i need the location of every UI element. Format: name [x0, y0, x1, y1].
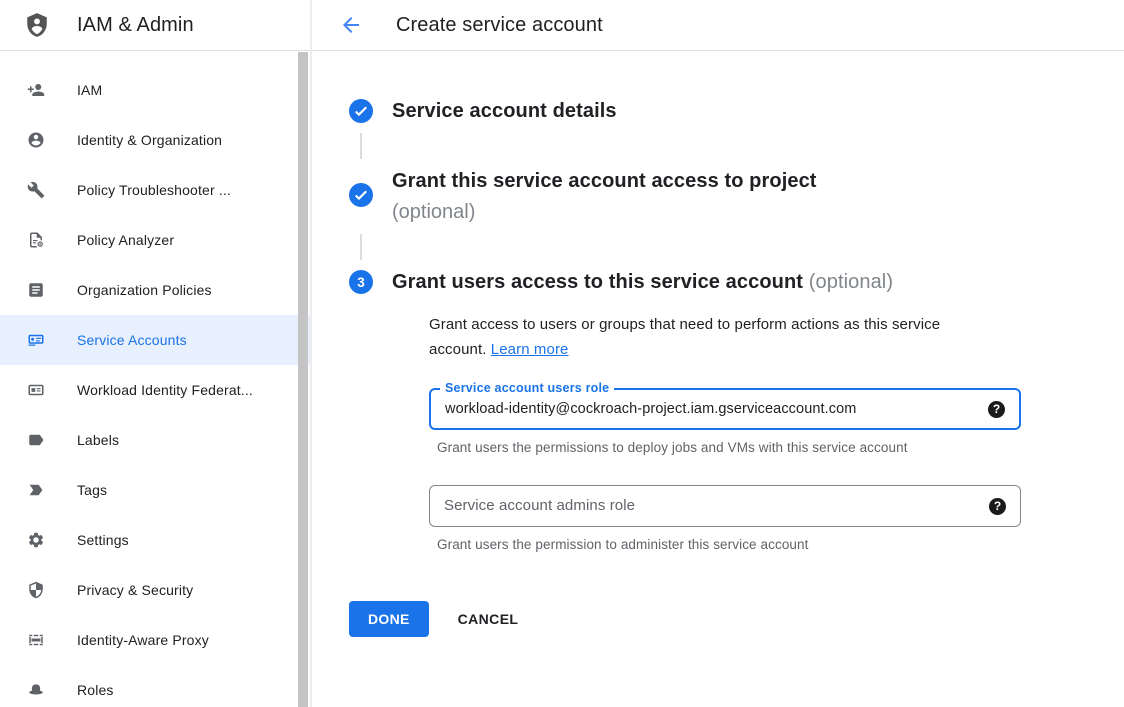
- step-connector-line: [360, 234, 362, 260]
- service-account-icon: [27, 331, 45, 349]
- step-3-body: Grant access to users or groups that nee…: [429, 312, 1124, 552]
- person-add-icon: [27, 81, 45, 99]
- help-icon[interactable]: ?: [988, 401, 1005, 418]
- done-button[interactable]: DONE: [349, 601, 429, 637]
- admins-role-input[interactable]: [444, 498, 977, 514]
- sidebar-item-service-accounts[interactable]: Service Accounts: [0, 315, 310, 365]
- step-complete-check-icon: [349, 99, 373, 123]
- step-3-title-text: Grant users access to this service accou…: [392, 271, 803, 293]
- sidebar-item-label: Identity & Organization: [77, 132, 222, 148]
- sidebar-item-label: Roles: [77, 682, 114, 698]
- step-3-description: Grant access to users or groups that nee…: [429, 312, 984, 362]
- sidebar-item-workload-identity-federation[interactable]: Workload Identity Federat...: [0, 365, 310, 415]
- topbar: Create service account: [312, 0, 1124, 51]
- admins-role-helper-text: Grant users the permission to administer…: [437, 537, 1124, 552]
- step-3-title: Grant users access to this service accou…: [392, 268, 893, 296]
- sidebar-item-label: Tags: [77, 482, 107, 498]
- sidebar-item-label: Organization Policies: [77, 282, 212, 298]
- sidebar-item-label: IAM: [77, 82, 102, 98]
- form-actions: DONE CANCEL: [349, 601, 1124, 637]
- product-title: IAM & Admin: [77, 14, 194, 37]
- page-title: Create service account: [396, 14, 603, 37]
- step-connector-line: [360, 133, 362, 159]
- step-complete-check-icon: [349, 183, 373, 207]
- tag-arrow-icon: [27, 481, 45, 499]
- step-service-account-details: Service account details: [349, 97, 1124, 125]
- iam-admin-shield-icon: [24, 11, 50, 39]
- sidebar-item-organization-policies[interactable]: Organization Policies: [0, 265, 310, 315]
- back-arrow-icon[interactable]: [339, 13, 363, 37]
- help-icon[interactable]: ?: [989, 498, 1006, 515]
- sidebar-item-identity-organization[interactable]: Identity & Organization: [0, 115, 310, 165]
- step-grant-project-access: Grant this service account access to pro…: [349, 167, 1124, 226]
- sidebar-item-label: Policy Troubleshooter ...: [77, 182, 231, 198]
- sidebar-item-label: Privacy & Security: [77, 582, 193, 598]
- label-icon: [27, 431, 45, 449]
- sidebar-item-label: Workload Identity Federat...: [77, 382, 253, 398]
- learn-more-link[interactable]: Learn more: [491, 341, 569, 358]
- wrench-icon: [27, 181, 45, 199]
- gcp-console-window: IAM & Admin IAM Identity & Organization Po…: [0, 0, 1124, 707]
- service-account-admins-role-field: ?: [429, 485, 1021, 527]
- account-circle-icon: [27, 131, 45, 149]
- step-2-title: Grant this service account access to pro…: [392, 167, 817, 195]
- step-grant-users-access: 3 Grant users access to this service acc…: [349, 268, 1124, 296]
- sidebar-item-roles[interactable]: Roles: [0, 665, 310, 707]
- article-icon: [27, 281, 45, 299]
- step-1-title: Service account details: [392, 97, 617, 125]
- sidebar-item-label: Service Accounts: [77, 332, 187, 348]
- users-role-field-label: Service account users role: [440, 381, 614, 395]
- sidebar-item-settings[interactable]: Settings: [0, 515, 310, 565]
- sidebar: IAM & Admin IAM Identity & Organization Po…: [0, 0, 312, 707]
- sidebar-item-label: Identity-Aware Proxy: [77, 632, 209, 648]
- sidebar-item-label: Labels: [77, 432, 119, 448]
- sidebar-scrollbar[interactable]: [298, 52, 308, 707]
- policy-doc-icon: [27, 231, 45, 249]
- main-panel: Create service account Service account d…: [312, 0, 1124, 707]
- step-3-optional-label: (optional): [809, 271, 893, 293]
- gear-icon: [27, 531, 45, 549]
- users-role-input[interactable]: [445, 401, 976, 417]
- sidebar-item-labels[interactable]: Labels: [0, 415, 310, 465]
- sidebar-item-identity-aware-proxy[interactable]: Identity-Aware Proxy: [0, 615, 310, 665]
- step-2-optional-label: (optional): [392, 198, 817, 226]
- step-3-number-badge: 3: [349, 270, 373, 294]
- sidebar-item-label: Policy Analyzer: [77, 232, 174, 248]
- sidebar-item-tags[interactable]: Tags: [0, 465, 310, 515]
- sidebar-item-label: Settings: [77, 532, 129, 548]
- badge-card-icon: [27, 381, 45, 399]
- shield-half-icon: [27, 581, 45, 599]
- sidebar-item-policy-analyzer[interactable]: Policy Analyzer: [0, 215, 310, 265]
- sidebar-item-privacy-security[interactable]: Privacy & Security: [0, 565, 310, 615]
- cancel-button[interactable]: CANCEL: [458, 601, 519, 637]
- step-2-title-block: Grant this service account access to pro…: [373, 167, 817, 226]
- create-service-account-form: Service account details Grant this servi…: [312, 51, 1124, 637]
- sidebar-item-iam[interactable]: IAM: [0, 65, 310, 115]
- service-account-users-role-field: Service account users role ?: [429, 388, 1021, 430]
- proxy-icon: [27, 631, 45, 649]
- sidebar-header: IAM & Admin: [0, 0, 310, 51]
- sidebar-item-policy-troubleshooter[interactable]: Policy Troubleshooter ...: [0, 165, 310, 215]
- sidebar-nav: IAM Identity & Organization Policy Trouble…: [0, 51, 310, 707]
- users-role-helper-text: Grant users the permissions to deploy jo…: [437, 440, 1124, 455]
- hat-icon: [27, 681, 45, 699]
